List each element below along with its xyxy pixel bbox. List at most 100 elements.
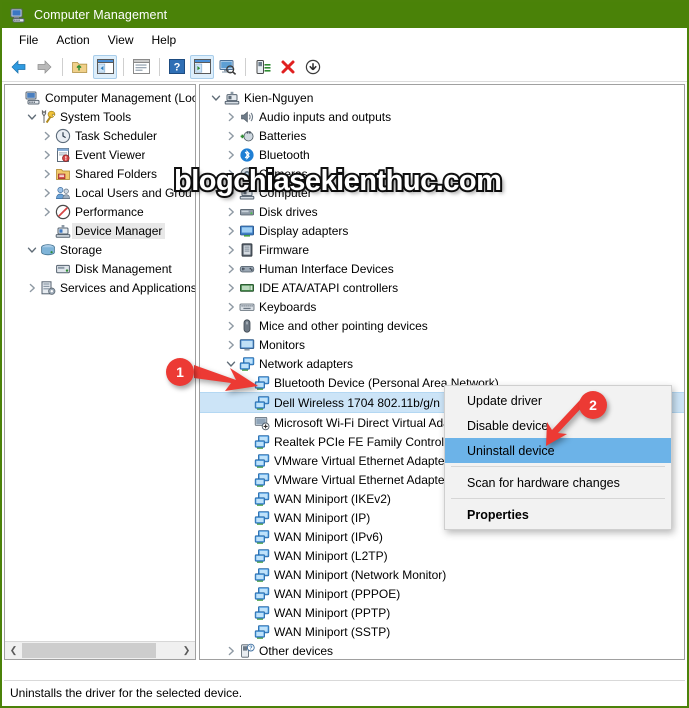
scroll-left-icon[interactable]: ❮ <box>5 642 22 659</box>
disable-device-icon[interactable] <box>301 55 325 79</box>
uninstall-device-icon[interactable] <box>276 55 300 79</box>
properties-icon[interactable] <box>129 55 153 79</box>
forward-icon[interactable] <box>32 55 56 79</box>
chevron-right-icon[interactable] <box>223 316 239 335</box>
mouse-icon <box>239 318 255 334</box>
chevron-right-icon[interactable] <box>223 164 239 183</box>
scan-hardware-changes-icon[interactable] <box>215 55 239 79</box>
console-tree-list[interactable]: Computer Management (Local System Tools Ta… <box>5 85 195 641</box>
chevron-right-icon[interactable] <box>223 183 239 202</box>
chevron-down-icon[interactable] <box>24 107 40 126</box>
tree-item[interactable]: Device Manager <box>5 221 195 240</box>
tree-item[interactable]: Task Scheduler <box>5 126 195 145</box>
tree-item[interactable]: Performance <box>5 202 195 221</box>
up-one-level-icon[interactable] <box>68 55 92 79</box>
tree-item[interactable]: Storage <box>5 240 195 259</box>
tree-item[interactable]: Event Viewer <box>5 145 195 164</box>
menu-help[interactable]: Help <box>143 31 186 49</box>
hid-icon <box>239 261 255 277</box>
tree-item[interactable]: Services and Applications <box>5 278 195 297</box>
chevron-right-icon[interactable] <box>223 240 239 259</box>
context-menu-separator <box>451 498 665 499</box>
chevron-right-icon[interactable] <box>223 297 239 316</box>
tree-item[interactable]: Local Users and Grou <box>5 183 195 202</box>
tree-item-label: System Tools <box>60 109 132 124</box>
tree-item[interactable]: Disk drives <box>200 202 684 221</box>
menu-file[interactable]: File <box>10 31 47 49</box>
chevron-down-icon[interactable] <box>24 240 40 259</box>
tree-item-label: Microsoft Wi-Fi Direct Virtual Adapter <box>274 415 471 430</box>
tree-item[interactable]: Network adapters <box>200 354 684 373</box>
network-adapter-icon <box>254 605 270 621</box>
chevron-down-icon[interactable] <box>208 88 224 107</box>
context-menu-item[interactable]: Properties <box>445 502 671 527</box>
camera-icon <box>239 166 255 182</box>
tree-item[interactable]: WAN Miniport (Network Monitor) <box>200 565 684 584</box>
tree-item[interactable]: WAN Miniport (L2TP) <box>200 546 684 565</box>
chevron-right-icon[interactable] <box>223 278 239 297</box>
scroll-right-icon[interactable]: ❯ <box>178 642 195 659</box>
chevron-right-icon[interactable] <box>24 278 40 297</box>
show-hide-console-tree-icon[interactable] <box>93 54 117 79</box>
tree-item[interactable]: Monitors <box>200 335 684 354</box>
tree-item-label: Keyboards <box>259 299 317 314</box>
device-tree-list[interactable]: Kien-Nguyen Audio inputs and outputs Batte… <box>200 85 684 659</box>
tree-item-label: WAN Miniport (PPTP) <box>274 605 391 620</box>
chevron-right-icon[interactable] <box>223 126 239 145</box>
chevron-right-icon[interactable] <box>223 107 239 126</box>
tree-item[interactable]: Bluetooth <box>200 145 684 164</box>
tree-item[interactable]: Cameras <box>200 164 684 183</box>
chevron-right-icon[interactable] <box>39 183 55 202</box>
tree-item[interactable]: WAN Miniport (PPPOE) <box>200 584 684 603</box>
chevron-right-icon[interactable] <box>39 126 55 145</box>
tree-item[interactable]: Disk Management <box>5 259 195 278</box>
tree-item[interactable]: Audio inputs and outputs <box>200 107 684 126</box>
tree-item[interactable]: WAN Miniport (SSTP) <box>200 622 684 641</box>
tree-item-label: Human Interface Devices <box>259 261 394 276</box>
tree-item[interactable]: Display adapters <box>200 221 684 240</box>
tree-item[interactable]: Batteries <box>200 126 684 145</box>
tree-item[interactable]: Kien-Nguyen <box>200 88 684 107</box>
chevron-right-icon[interactable] <box>223 221 239 240</box>
help-icon[interactable]: ? <box>165 55 189 79</box>
chevron-right-icon[interactable] <box>223 259 239 278</box>
chevron-right-icon[interactable] <box>39 145 55 164</box>
tree-item[interactable]: Shared Folders <box>5 164 195 183</box>
scroll-thumb[interactable] <box>22 643 157 658</box>
chevron-right-icon[interactable] <box>223 641 239 659</box>
tree-item[interactable]: Computer <box>200 183 684 202</box>
tree-item[interactable]: System Tools <box>5 107 195 126</box>
update-driver-icon[interactable] <box>251 55 275 79</box>
clock-icon <box>55 128 71 144</box>
tree-item[interactable]: Keyboards <box>200 297 684 316</box>
tree-item[interactable]: WAN Miniport (PPTP) <box>200 603 684 622</box>
menu-view[interactable]: View <box>99 31 143 49</box>
chevron-right-icon[interactable] <box>39 164 55 183</box>
chevron-right-icon[interactable] <box>223 335 239 354</box>
tree-item[interactable]: Mice and other pointing devices <box>200 316 684 335</box>
separator-2 <box>123 57 124 76</box>
local-users-icon <box>55 185 71 201</box>
display-adapter-icon <box>239 223 255 239</box>
context-menu-item[interactable]: Scan for hardware changes <box>445 470 671 495</box>
tree-item[interactable]: Computer Management (Local <box>5 88 195 107</box>
tree-item[interactable]: ? Other devices <box>200 641 684 659</box>
chevron-right-icon[interactable] <box>223 202 239 221</box>
menu-action[interactable]: Action <box>47 31 98 49</box>
console-tree-hscrollbar[interactable]: ❮ ❯ <box>5 641 195 659</box>
network-adapter-icon <box>254 453 270 469</box>
context-menu-separator <box>451 466 665 467</box>
show-hide-action-pane-icon[interactable] <box>190 54 214 79</box>
chevron-right-icon[interactable] <box>39 202 55 221</box>
tree-item-label: WAN Miniport (L2TP) <box>274 548 388 563</box>
chevron-right-icon[interactable] <box>223 145 239 164</box>
tree-item[interactable]: Human Interface Devices <box>200 259 684 278</box>
separator-1 <box>62 57 63 76</box>
scroll-track[interactable] <box>22 642 178 659</box>
tree-item[interactable]: IDE ATA/ATAPI controllers <box>200 278 684 297</box>
back-icon[interactable] <box>7 55 31 79</box>
annotation-badge-2: 2 <box>579 391 607 419</box>
tree-item[interactable]: Firmware <box>200 240 684 259</box>
